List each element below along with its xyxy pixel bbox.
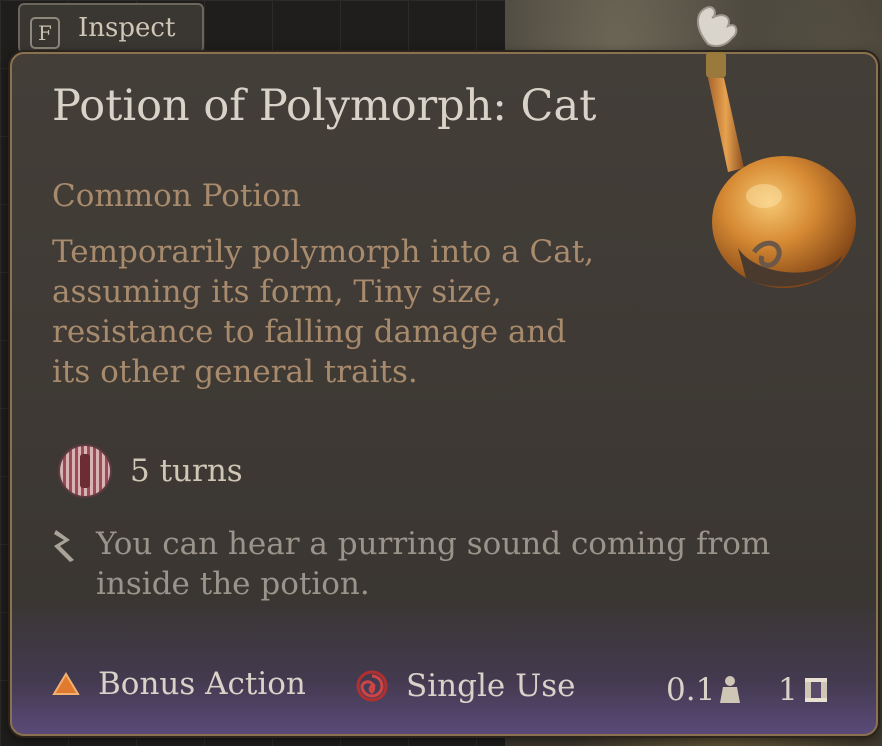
potion-flask-icon [697, 6, 856, 288]
weight-value: 0.1 [666, 672, 716, 708]
stack-count-icon [804, 678, 827, 702]
usage-label: Single Use [406, 668, 576, 704]
item-name: Potion of Polymorph: Cat [52, 81, 597, 131]
usage: Single Use [356, 668, 575, 704]
action-cost: Bonus Action [52, 666, 306, 702]
weight-icon [720, 676, 741, 703]
duration-text: 5 turns [130, 453, 243, 489]
key-f-badge: F [30, 17, 60, 49]
action-cost-label: Bonus Action [98, 666, 306, 702]
polymorph-condition-icon[interactable] [58, 444, 112, 498]
duration-row: 5 turns [58, 444, 243, 498]
inspect-hint[interactable]: F Inspect [18, 3, 204, 53]
item-description: Temporarily polymorph into a Cat, assumi… [52, 234, 595, 390]
count-value: 1 [778, 672, 798, 708]
tooltip-footer: Bonus Action Single Use 0.1 1 [12, 646, 876, 734]
stack-count: 1 [778, 672, 828, 708]
inspect-label: Inspect [78, 13, 176, 43]
weight: 0.1 [666, 672, 741, 708]
bonus-action-triangle-icon [52, 672, 80, 695]
single-use-swirl-icon [356, 670, 388, 702]
scroll-quill-icon [54, 530, 74, 562]
lore-text: You can hear a purring sound coming from… [96, 526, 771, 602]
item-rarity-type: Common Potion [52, 178, 301, 214]
